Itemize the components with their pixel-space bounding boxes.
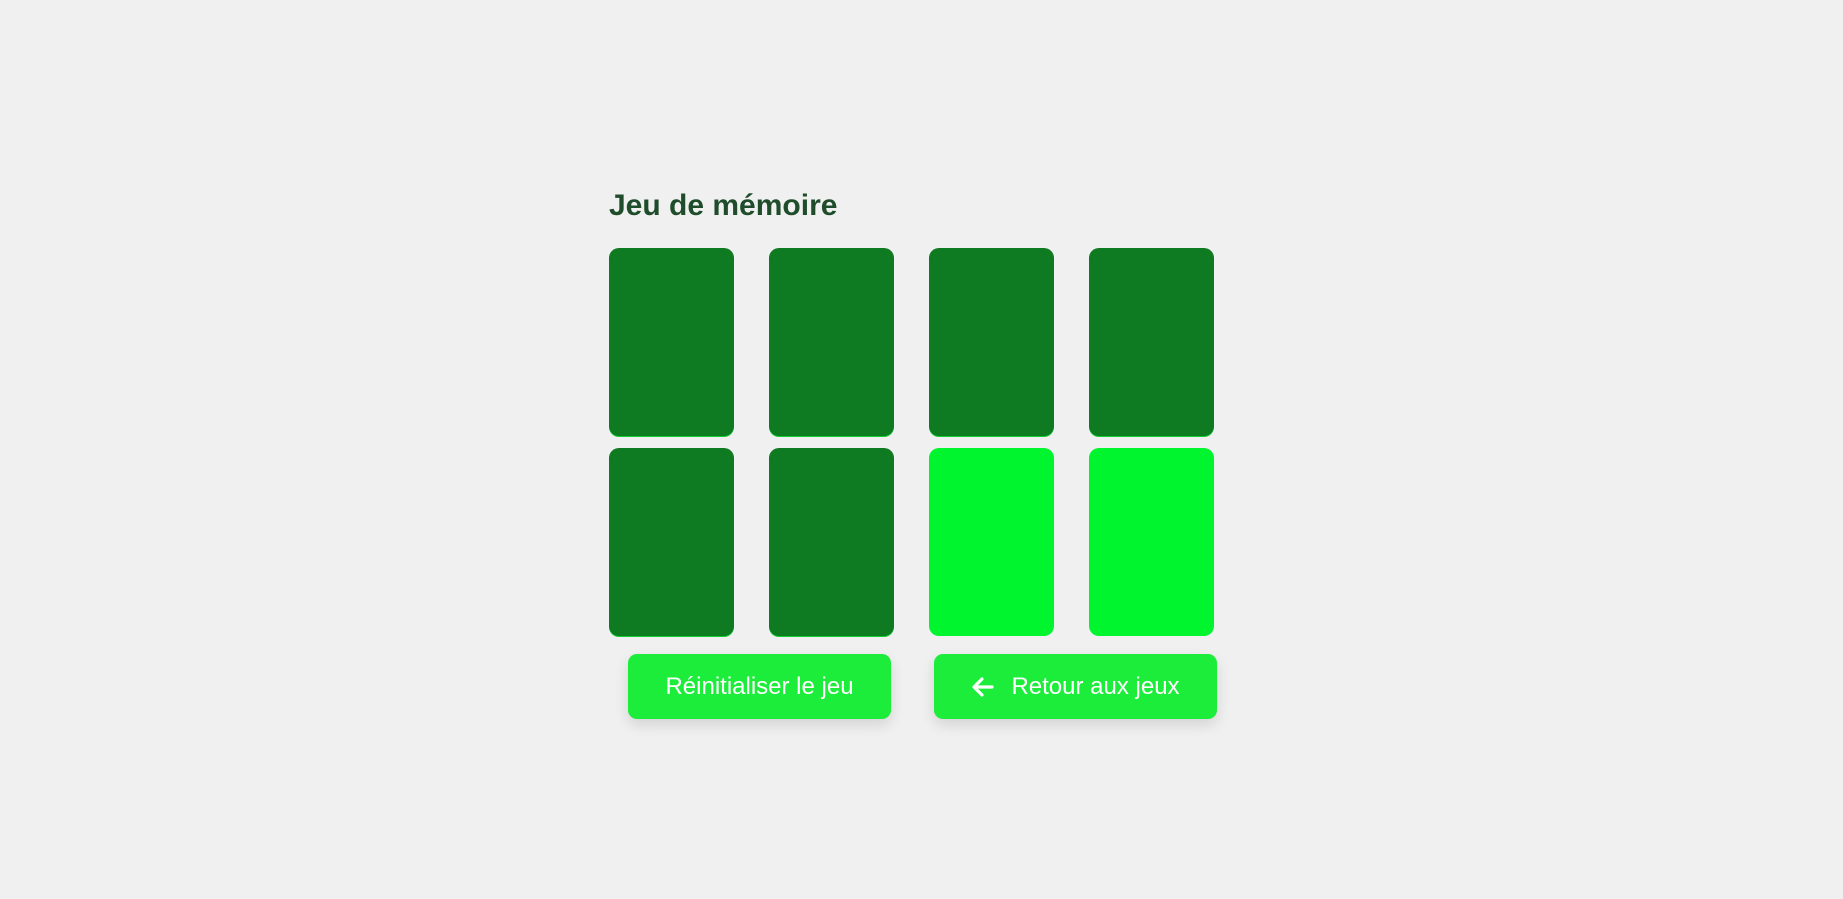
- arrow-left-icon: [971, 675, 995, 699]
- memory-card[interactable]: [1089, 248, 1214, 436]
- memory-card[interactable]: [609, 448, 734, 636]
- memory-card[interactable]: [769, 448, 894, 636]
- reset-game-label: Réinitialiser le jeu: [665, 672, 854, 700]
- memory-card[interactable]: [929, 448, 1054, 636]
- card-grid: [609, 248, 1219, 636]
- memory-card[interactable]: [769, 248, 894, 436]
- game-title: Jeu de mémoire: [609, 189, 838, 222]
- back-to-games-label: Retour aux jeux: [1011, 672, 1180, 700]
- page: Jeu de mémoire Réinitialiser le jeu Reto…: [0, 0, 1843, 899]
- reset-game-button[interactable]: Réinitialiser le jeu: [628, 654, 891, 719]
- memory-game: Jeu de mémoire: [609, 186, 1219, 636]
- back-to-games-button[interactable]: Retour aux jeux: [934, 654, 1217, 719]
- memory-card[interactable]: [929, 248, 1054, 436]
- memory-card[interactable]: [609, 248, 734, 436]
- memory-card[interactable]: [1089, 448, 1214, 636]
